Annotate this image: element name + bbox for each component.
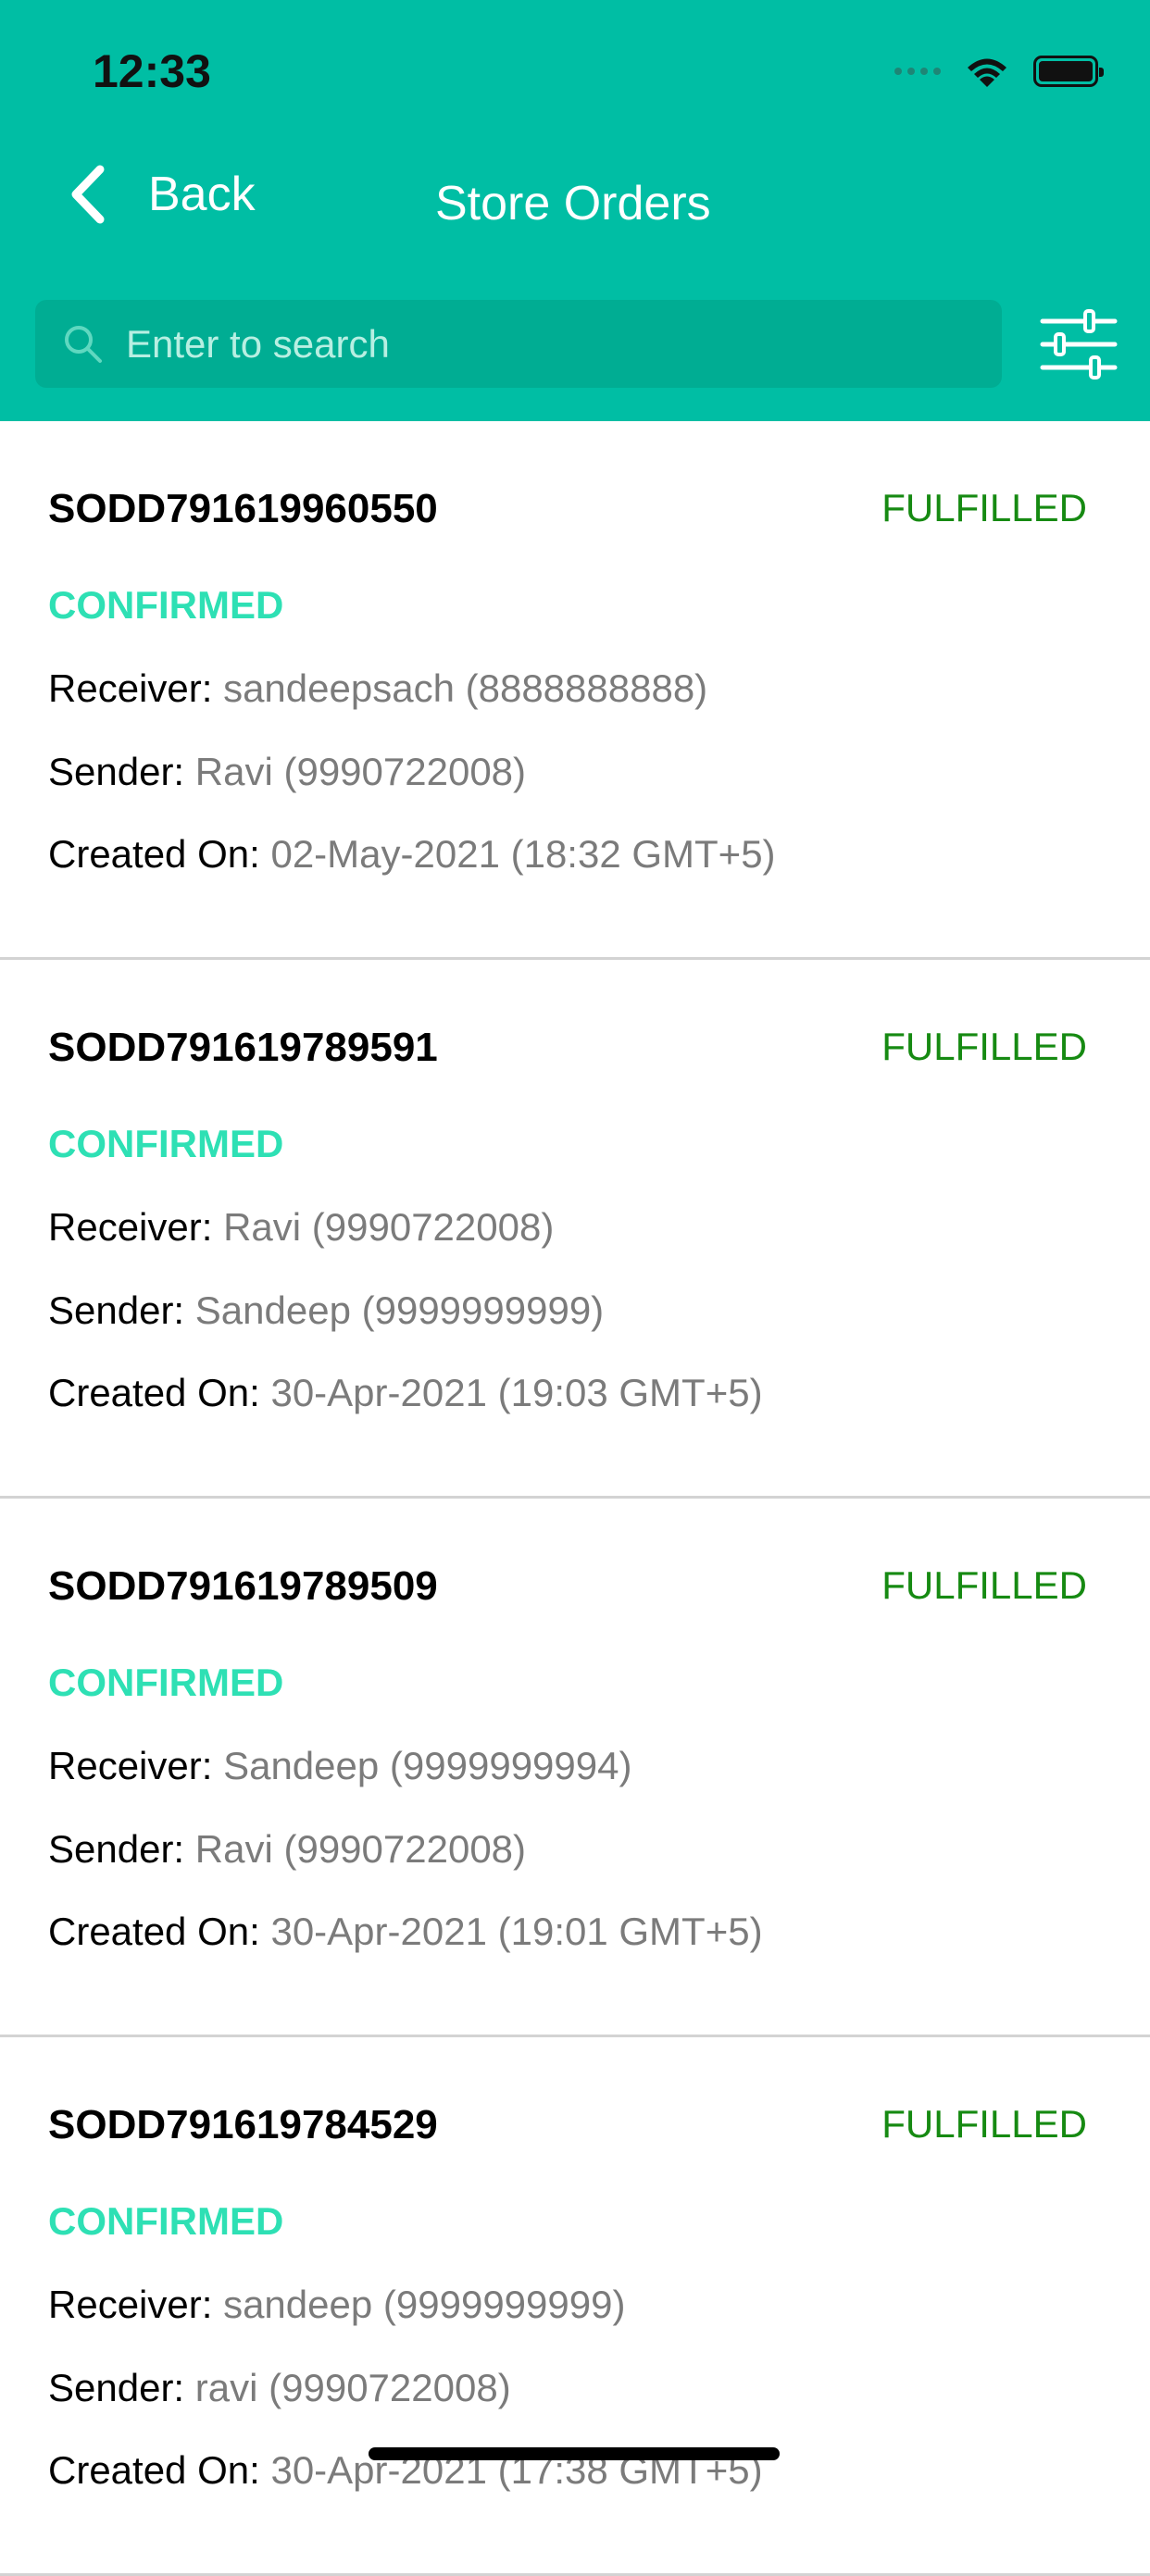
back-button[interactable]: Back [65, 162, 256, 227]
order-id: SODD791619784529 [48, 2102, 438, 2147]
order-id: SODD791619789591 [48, 1025, 438, 1070]
receiver-value: sandeepsach (8888888888) [223, 666, 708, 710]
order-card[interactable]: SODD791619789509 FULFILLED CONFIRMED Rec… [0, 1499, 1150, 2037]
created-value: 30-Apr-2021 (19:01 GMT+5) [270, 1910, 763, 1953]
created-row: Created On: 30-Apr-2021 (19:03 GMT+5) [48, 1371, 763, 1415]
sender-value: Ravi (9990722008) [194, 1827, 527, 1871]
created-row: Created On: 02-May-2021 (18:32 GMT+5) [48, 832, 776, 877]
sender-row: Sender: Ravi (9990722008) [48, 750, 526, 794]
created-label: Created On: [48, 1910, 260, 1953]
receiver-value: Sandeep (9999999994) [223, 1744, 632, 1787]
sender-value: ravi (9990722008) [194, 2366, 511, 2409]
receiver-label: Receiver: [48, 2283, 213, 2326]
created-label: Created On: [48, 2448, 260, 2492]
receiver-label: Receiver: [48, 666, 213, 710]
sender-value: Ravi (9990722008) [194, 750, 527, 793]
created-value: 02-May-2021 (18:32 GMT+5) [270, 832, 776, 876]
sender-value: Sandeep (9999999999) [194, 1288, 605, 1332]
created-label: Created On: [48, 832, 260, 876]
sender-row: Sender: Sandeep (9999999999) [48, 1288, 604, 1333]
filter-sliders-icon[interactable] [1037, 307, 1120, 381]
status-time: 12:33 [93, 45, 211, 97]
order-status: FULFILLED [881, 2102, 1087, 2146]
orders-list: SODD791619960550 FULFILLED CONFIRMED Rec… [0, 421, 1150, 2576]
sender-label: Sender: [48, 2366, 185, 2409]
battery-icon [1033, 56, 1104, 87]
order-status: FULFILLED [881, 1025, 1087, 1068]
order-id: SODD791619960550 [48, 486, 438, 531]
confirmation-status: CONFIRMED [48, 583, 284, 627]
header: 12:33 Back Store Orders [0, 0, 1150, 421]
sender-row: Sender: Ravi (9990722008) [48, 1827, 526, 1872]
receiver-row: Receiver: sandeep (9999999999) [48, 2283, 625, 2327]
sender-label: Sender: [48, 750, 185, 793]
receiver-value: Ravi (9990722008) [223, 1205, 555, 1249]
created-row: Created On: 30-Apr-2021 (19:01 GMT+5) [48, 1910, 763, 1954]
search-input[interactable] [126, 321, 1002, 367]
order-status: FULFILLED [881, 486, 1087, 529]
order-card[interactable]: SODD791619960550 FULFILLED CONFIRMED Rec… [0, 421, 1150, 960]
wifi-icon [968, 58, 1006, 87]
home-indicator[interactable] [369, 2447, 780, 2460]
sender-label: Sender: [48, 1288, 185, 1332]
signal-icon [894, 68, 941, 75]
confirmation-status: CONFIRMED [48, 1122, 284, 1165]
created-value: 30-Apr-2021 (19:03 GMT+5) [270, 1371, 763, 1414]
created-label: Created On: [48, 1371, 260, 1414]
receiver-value: sandeep (9999999999) [223, 2283, 626, 2326]
status-icons [894, 54, 1104, 89]
order-id: SODD791619789509 [48, 1563, 438, 1609]
receiver-label: Receiver: [48, 1205, 213, 1249]
receiver-label: Receiver: [48, 1744, 213, 1787]
receiver-row: Receiver: Sandeep (9999999994) [48, 1744, 631, 1788]
order-card[interactable]: SODD791619789591 FULFILLED CONFIRMED Rec… [0, 960, 1150, 1499]
back-label: Back [148, 168, 256, 221]
order-status: FULFILLED [881, 1563, 1087, 1607]
order-card[interactable]: SODD791619784529 FULFILLED CONFIRMED Rec… [0, 2037, 1150, 2576]
receiver-row: Receiver: Ravi (9990722008) [48, 1205, 554, 1250]
confirmation-status: CONFIRMED [48, 2199, 284, 2243]
search-icon [65, 325, 102, 363]
search-bar [35, 300, 1002, 388]
sender-label: Sender: [48, 1827, 185, 1871]
confirmation-status: CONFIRMED [48, 1661, 284, 1704]
receiver-row: Receiver: sandeepsach (8888888888) [48, 666, 707, 711]
page-title: Store Orders [435, 177, 711, 230]
sender-row: Sender: ravi (9990722008) [48, 2366, 511, 2410]
back-chevron-icon [71, 165, 105, 224]
